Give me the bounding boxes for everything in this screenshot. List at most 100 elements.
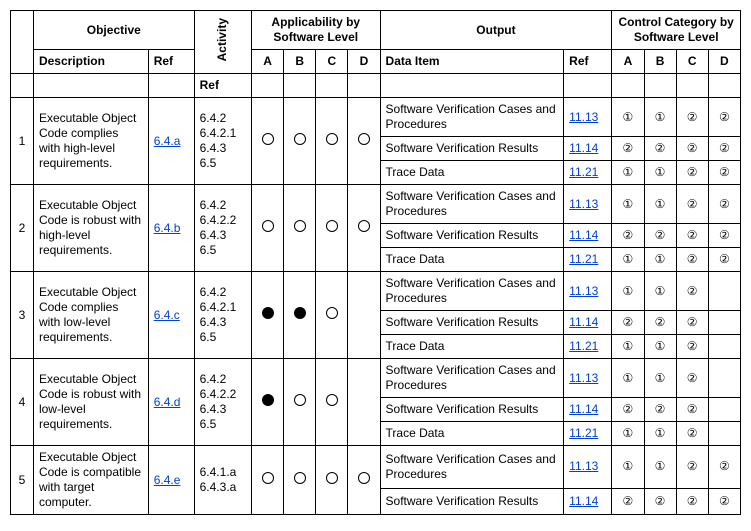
cc-cell: ①	[612, 335, 644, 359]
cc-cell	[708, 359, 740, 398]
cc-cell: ②	[676, 359, 708, 398]
output-ref-link[interactable]: 11.21	[569, 252, 598, 266]
col-cc-C: C	[676, 50, 708, 74]
output-ref-link[interactable]: 11.14	[569, 402, 598, 416]
row-desc: Executable Object Code complies with hig…	[33, 98, 148, 185]
output-ref-link[interactable]: 11.13	[569, 284, 598, 298]
cc-cell	[708, 335, 740, 359]
row-num: 2	[11, 185, 34, 272]
col-num	[11, 11, 34, 74]
objective-ref-link[interactable]: 6.4.d	[154, 395, 181, 409]
output-ref: 11.14	[564, 137, 612, 161]
cc-cell: ②	[708, 248, 740, 272]
row-activity: 6.4.1.a 6.4.3.a	[194, 446, 251, 515]
row-activity: 6.4.2 6.4.2.2 6.4.3 6.5	[194, 359, 251, 446]
output-ref-link[interactable]: 11.14	[569, 315, 598, 329]
row-activity: 6.4.2 6.4.2.1 6.4.3 6.5	[194, 98, 251, 185]
output-ref-link[interactable]: 11.13	[569, 371, 598, 385]
row-num: 1	[11, 98, 34, 185]
appl-cell	[348, 359, 380, 446]
output-item: Trace Data	[380, 248, 564, 272]
cc-cell: ①	[612, 359, 644, 398]
output-item: Software Verification Cases and Procedur…	[380, 185, 564, 224]
appl-cell	[252, 185, 284, 272]
cc-cell: ②	[708, 161, 740, 185]
cc-cell: ②	[644, 311, 676, 335]
output-ref-link[interactable]: 11.14	[569, 141, 598, 155]
open-circle-icon	[262, 220, 274, 232]
open-circle-icon	[262, 133, 274, 145]
appl-cell	[284, 359, 316, 446]
row-desc: Executable Object Code complies with low…	[33, 272, 148, 359]
output-ref: 11.14	[564, 488, 612, 514]
output-ref: 11.13	[564, 446, 612, 489]
cc-cell: ②	[708, 185, 740, 224]
output-item: Software Verification Results	[380, 224, 564, 248]
cc-cell: ②	[708, 137, 740, 161]
col-applicability: Applicability by Software Level	[252, 11, 381, 50]
cc-cell: ②	[676, 248, 708, 272]
cc-cell: ①	[612, 272, 644, 311]
output-ref-link[interactable]: 11.13	[569, 197, 598, 211]
cc-cell: ②	[676, 488, 708, 514]
open-circle-icon	[326, 133, 338, 145]
output-item: Trace Data	[380, 161, 564, 185]
row-desc: Executable Object Code is compatible wit…	[33, 446, 148, 515]
output-item: Software Verification Results	[380, 398, 564, 422]
output-ref-link[interactable]: 11.13	[569, 110, 598, 124]
cc-cell: ②	[644, 398, 676, 422]
output-ref-link[interactable]: 11.21	[569, 165, 598, 179]
appl-cell	[316, 98, 348, 185]
appl-cell	[316, 272, 348, 359]
appl-cell	[316, 359, 348, 446]
cc-cell	[708, 311, 740, 335]
output-ref-link[interactable]: 11.21	[569, 426, 598, 440]
row-num: 3	[11, 272, 34, 359]
table-row: 5Executable Object Code is compatible wi…	[11, 446, 741, 489]
cc-cell: ①	[644, 161, 676, 185]
cc-cell: ②	[708, 224, 740, 248]
output-ref: 11.14	[564, 224, 612, 248]
col-B: B	[284, 50, 316, 74]
output-ref: 11.21	[564, 422, 612, 446]
col-dataitem: Data Item	[380, 50, 564, 74]
objective-ref-link[interactable]: 6.4.a	[154, 134, 181, 148]
table-row: 3Executable Object Code complies with lo…	[11, 272, 741, 311]
cc-cell: ②	[676, 446, 708, 489]
cc-cell: ②	[676, 335, 708, 359]
output-item: Software Verification Cases and Procedur…	[380, 359, 564, 398]
output-ref: 11.13	[564, 359, 612, 398]
row-desc: Executable Object Code is robust with lo…	[33, 359, 148, 446]
output-ref-link[interactable]: 11.21	[569, 339, 598, 353]
col-A: A	[252, 50, 284, 74]
output-ref: 11.21	[564, 161, 612, 185]
output-item: Software Verification Cases and Procedur…	[380, 98, 564, 137]
objective-ref-link[interactable]: 6.4.e	[154, 473, 181, 487]
output-ref: 11.13	[564, 272, 612, 311]
output-item: Software Verification Results	[380, 311, 564, 335]
open-circle-icon	[326, 394, 338, 406]
row-num: 5	[11, 446, 34, 515]
table-row: 2Executable Object Code is robust with h…	[11, 185, 741, 224]
cc-cell: ②	[644, 488, 676, 514]
cc-cell: ②	[676, 137, 708, 161]
cc-cell: ②	[676, 311, 708, 335]
output-ref-link[interactable]: 11.14	[569, 494, 598, 508]
open-circle-icon	[294, 472, 306, 484]
output-item: Software Verification Results	[380, 488, 564, 514]
appl-cell	[252, 98, 284, 185]
objective-ref-link[interactable]: 6.4.b	[154, 221, 181, 235]
appl-cell	[316, 446, 348, 515]
output-item: Trace Data	[380, 422, 564, 446]
col-cc-B: B	[644, 50, 676, 74]
output-ref-link[interactable]: 11.13	[569, 459, 598, 473]
col-cc-A: A	[612, 50, 644, 74]
output-ref-link[interactable]: 11.14	[569, 228, 598, 242]
objective-ref-link[interactable]: 6.4.c	[154, 308, 180, 322]
row-ref: 6.4.d	[148, 359, 194, 446]
col-act-ref: Ref	[194, 74, 251, 98]
cc-cell: ①	[644, 98, 676, 137]
cc-cell	[708, 398, 740, 422]
cc-cell	[708, 272, 740, 311]
open-circle-icon	[326, 220, 338, 232]
